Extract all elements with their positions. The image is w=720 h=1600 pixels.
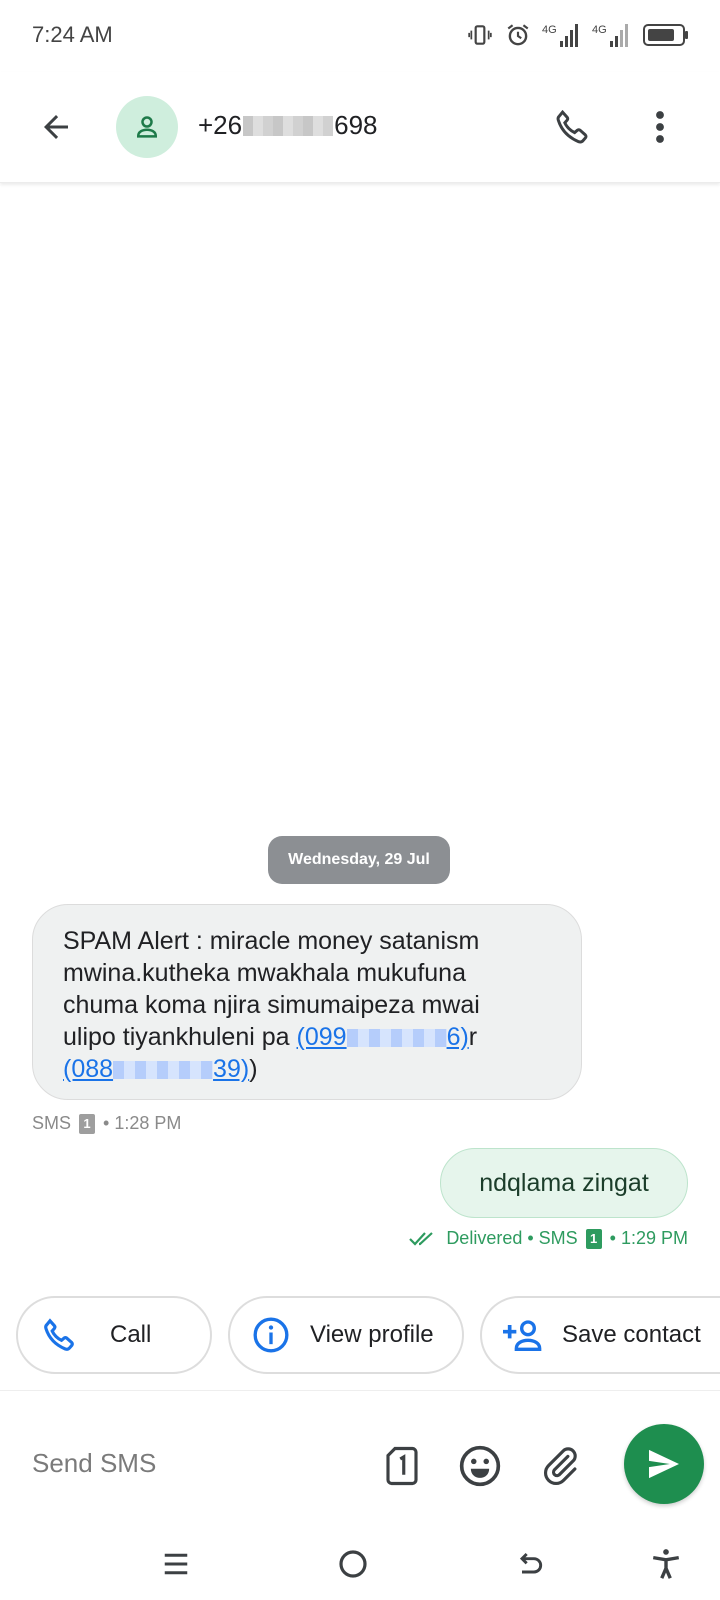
- incoming-message-bubble[interactable]: SPAM Alert : miracle money satanism mwin…: [32, 904, 582, 1100]
- contact-name[interactable]: +26 698: [198, 110, 378, 141]
- status-bar: 7:24 AM 4G 4G: [0, 0, 720, 72]
- back-icon: [519, 1552, 543, 1574]
- message-text: ndqlama zingat: [479, 1168, 649, 1197]
- save-contact-chip[interactable]: Save contact: [480, 1296, 720, 1374]
- back-arrow-icon: [44, 115, 68, 139]
- redacted-digits: [346, 1029, 447, 1048]
- delivery-status: Delivered • SMS: [446, 1228, 578, 1248]
- message-text: ulipo tiyankhuleni pa: [63, 1023, 290, 1051]
- incoming-message-meta: SMS 1 • 1:28 PM: [32, 1113, 181, 1134]
- more-options-button[interactable]: [640, 103, 680, 151]
- link-text: 6): [446, 1023, 469, 1051]
- redacted-digits: [243, 115, 334, 136]
- call-chip[interactable]: Call: [16, 1296, 212, 1374]
- svg-text:4G: 4G: [592, 24, 607, 36]
- attach-button[interactable]: [536, 1442, 584, 1490]
- chip-label: Save contact: [562, 1321, 701, 1348]
- send-button[interactable]: [624, 1424, 704, 1504]
- view-profile-chip[interactable]: View profile: [228, 1296, 464, 1374]
- status-icons: 4G 4G: [466, 20, 690, 50]
- attach-icon: [543, 1447, 577, 1485]
- home-icon: [339, 1550, 367, 1578]
- back-button[interactable]: [34, 105, 78, 149]
- chip-label: Call: [110, 1321, 152, 1348]
- conversation-app-bar: +26 698: [0, 72, 720, 183]
- chip-label: View profile: [310, 1321, 434, 1348]
- sim-icon: 1: [585, 1228, 602, 1249]
- message-line: chuma koma njira simumaipeza mwai: [63, 991, 480, 1019]
- message-text: ): [249, 1055, 258, 1083]
- menu-icon: [164, 1553, 188, 1575]
- send-icon: [649, 1449, 679, 1479]
- svg-text:4G: 4G: [542, 24, 557, 36]
- link-text: 39): [213, 1055, 250, 1083]
- outgoing-message-meta: Delivered • SMS 1 • 1:29 PM: [408, 1228, 688, 1249]
- compose-divider: [0, 1390, 720, 1391]
- phone-icon: [556, 109, 588, 144]
- add-person-icon: [500, 1312, 546, 1358]
- contact-name-end: 698: [334, 110, 378, 140]
- recents-button[interactable]: [154, 1542, 198, 1586]
- more-vert-icon: [656, 111, 664, 143]
- message-line: (088 39)): [63, 1053, 551, 1085]
- message-time: • 1:28 PM: [103, 1113, 182, 1133]
- sim-select-button[interactable]: [378, 1442, 426, 1490]
- phone-icon: [36, 1312, 82, 1358]
- accessibility-button[interactable]: [644, 1542, 688, 1586]
- message-input[interactable]: Send SMS: [32, 1448, 156, 1479]
- home-button[interactable]: [331, 1542, 375, 1586]
- message-line: mwina.kutheka mwakhala mukufuna: [63, 959, 466, 987]
- outgoing-message-bubble[interactable]: ndqlama zingat: [440, 1148, 688, 1218]
- back-nav-button[interactable]: [508, 1542, 552, 1586]
- info-icon: [248, 1312, 294, 1358]
- message-line: ulipo tiyankhuleni pa (099 6)r: [63, 1021, 551, 1053]
- emoji-icon: [459, 1445, 501, 1487]
- signal-icon: 4G: [592, 21, 632, 49]
- message-text: r: [468, 1023, 478, 1051]
- date-divider: Wednesday, 29 Jul: [268, 836, 450, 884]
- accessibility-icon: [652, 1549, 680, 1579]
- alarm-icon: [504, 21, 532, 49]
- phone-number-link[interactable]: (099 6): [297, 1023, 469, 1051]
- message-type: SMS: [32, 1113, 72, 1133]
- sim-icon: 1: [79, 1113, 96, 1134]
- contact-name-start: +26: [198, 110, 243, 140]
- status-time: 7:24 AM: [32, 22, 113, 47]
- system-nav-bar: [0, 1530, 720, 1600]
- message-time: • 1:29 PM: [609, 1228, 688, 1248]
- person-icon: [137, 116, 157, 138]
- suggestion-chips: Call View profile Save contact: [0, 1296, 720, 1378]
- signal-icon: 4G: [542, 21, 582, 49]
- link-text: (088: [63, 1055, 114, 1083]
- redacted-digits: [113, 1061, 214, 1080]
- delivered-check-icon: [409, 1231, 434, 1246]
- avatar[interactable]: [116, 96, 178, 158]
- emoji-button[interactable]: [456, 1442, 504, 1490]
- call-button[interactable]: [548, 103, 596, 151]
- sim-icon: [386, 1446, 418, 1486]
- message-line: SPAM Alert : miracle money satanism: [63, 927, 480, 955]
- link-text: (099: [296, 1023, 347, 1051]
- phone-number-link[interactable]: (088 39): [63, 1055, 249, 1083]
- vibrate-icon: [466, 21, 494, 49]
- battery-icon: [642, 21, 690, 49]
